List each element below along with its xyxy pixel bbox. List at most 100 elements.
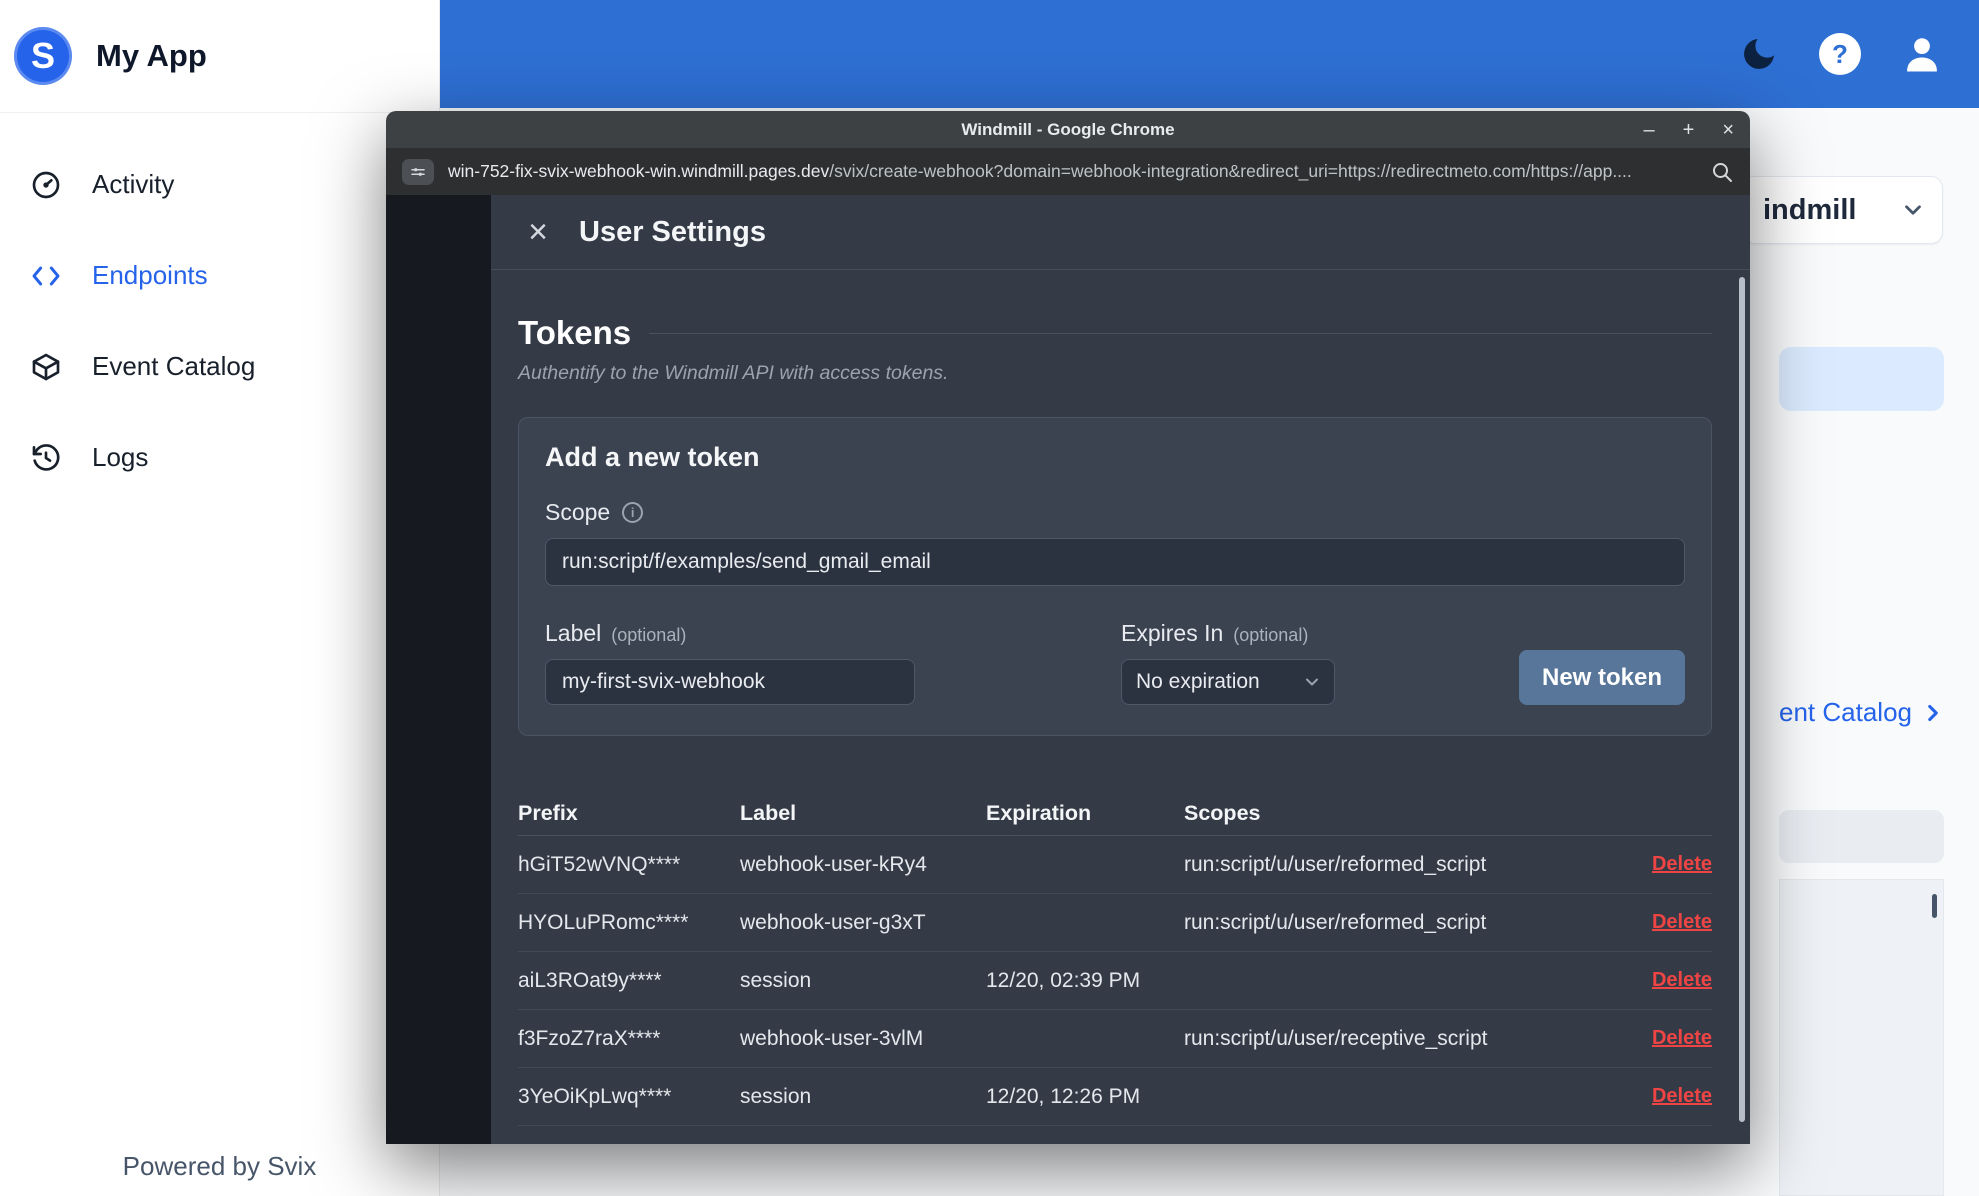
token-scopes: run:script/u/user/receptive_script xyxy=(1184,1010,1620,1068)
panel-scrollbar[interactable] xyxy=(1932,894,1937,918)
modal-scrollbar[interactable] xyxy=(1739,277,1745,1122)
page-background-strip xyxy=(386,195,491,1144)
window-title: Windmill - Google Chrome xyxy=(961,119,1175,139)
token-expiration xyxy=(986,1010,1184,1068)
sidebar-item-label: Activity xyxy=(92,169,175,199)
chrome-window: Windmill - Google Chrome – + × win-752-f… xyxy=(386,111,1750,1144)
code-brackets-icon xyxy=(30,260,62,292)
minimize-button[interactable]: – xyxy=(1644,120,1655,140)
token-prefix: hGiT52wVNQ**** xyxy=(518,836,740,894)
org-select-label: indmill xyxy=(1763,193,1857,226)
add-token-card: Add a new token Scope i Label (optional) xyxy=(518,417,1712,736)
tokens-subtitle: Authentify to the Windmill API with acce… xyxy=(518,362,949,384)
tokens-heading: Tokens xyxy=(518,314,632,351)
delete-token-link[interactable]: Delete xyxy=(1652,969,1712,992)
add-token-title: Add a new token xyxy=(545,442,760,472)
help-icon[interactable]: ? xyxy=(1819,33,1861,75)
token-prefix: 3YeOiKpLwq**** xyxy=(518,1068,740,1126)
browser-toolbar: win-752-fix-svix-webhook-win.windmill.pa… xyxy=(386,148,1750,195)
url-path: /svix/create-webhook?domain=webhook-inte… xyxy=(829,161,1632,181)
tokens-table: Prefix Label Expiration Scopes hGiT52wVN… xyxy=(518,792,1712,1126)
token-scopes xyxy=(1184,952,1620,1010)
close-modal-icon[interactable]: × xyxy=(517,213,559,252)
expires-optional-hint: (optional) xyxy=(1233,625,1309,645)
user-settings-modal: × User Settings Tokens Authentify to the… xyxy=(491,195,1750,1144)
expires-select[interactable]: No expiration xyxy=(1121,659,1335,705)
chevron-down-icon xyxy=(1302,672,1322,692)
app-title: My App xyxy=(96,38,207,73)
delete-token-link[interactable]: Delete xyxy=(1652,1027,1712,1050)
url-domain: win-752-fix-svix-webhook-win.windmill.pa… xyxy=(448,161,830,181)
maximize-button[interactable]: + xyxy=(1683,120,1695,140)
activity-gauge-icon xyxy=(30,169,62,201)
token-scopes: run:script/u/user/reformed_script xyxy=(1184,836,1620,894)
token-scopes xyxy=(1184,1068,1620,1126)
column-header-scopes: Scopes xyxy=(1184,792,1620,836)
column-header-prefix: Prefix xyxy=(518,792,740,836)
address-bar[interactable]: win-752-fix-svix-webhook-win.windmill.pa… xyxy=(448,161,1696,182)
column-header-label: Label xyxy=(740,792,986,836)
sidebar: S My App Activity Endpoints Event Catalo… xyxy=(0,0,440,1196)
window-titlebar[interactable]: Windmill - Google Chrome – + × xyxy=(386,111,1750,148)
sidebar-item-label: Logs xyxy=(92,442,149,472)
token-prefix: f3FzoZ7raX**** xyxy=(518,1010,740,1068)
delete-token-link[interactable]: Delete xyxy=(1652,853,1712,876)
svix-logo-icon: S xyxy=(14,27,72,85)
tokens-section: Tokens Authentify to the Windmill API wi… xyxy=(491,314,1750,1126)
token-label: session xyxy=(740,1068,986,1126)
delete-token-link[interactable]: Delete xyxy=(1652,911,1712,934)
sidebar-item-label: Endpoints xyxy=(92,260,208,290)
token-expiration xyxy=(986,836,1184,894)
token-label: webhook-user-g3xT xyxy=(740,894,986,952)
close-window-button[interactable]: × xyxy=(1722,120,1734,140)
background-panel xyxy=(1779,879,1944,1196)
column-header-expiration: Expiration xyxy=(986,792,1184,836)
label-optional-hint: (optional) xyxy=(611,625,687,645)
history-clock-icon xyxy=(30,442,62,474)
token-expiration: 12/20, 12:26 PM xyxy=(986,1068,1184,1126)
expires-field-label: Expires In xyxy=(1121,620,1224,646)
sidebar-item-activity[interactable]: Activity xyxy=(0,139,439,230)
token-expiration: 12/20, 02:39 PM xyxy=(986,952,1184,1010)
token-label: webhook-user-3vlM xyxy=(740,1010,986,1068)
token-expiration xyxy=(986,894,1184,952)
sidebar-item-logs[interactable]: Logs xyxy=(0,412,439,503)
chevron-right-icon xyxy=(1920,700,1946,726)
zoom-search-icon[interactable] xyxy=(1710,160,1734,184)
site-settings-icon[interactable] xyxy=(402,158,434,185)
token-label: webhook-user-kRy4 xyxy=(740,836,986,894)
info-icon[interactable]: i xyxy=(622,502,644,523)
modal-title: User Settings xyxy=(579,215,766,248)
org-select-windmill[interactable]: indmill xyxy=(1742,176,1943,244)
token-prefix: HYOLuPRomc**** xyxy=(518,894,740,952)
chevron-down-icon xyxy=(1900,197,1926,223)
event-catalog-link[interactable]: ent Catalog xyxy=(1779,697,1946,728)
token-scopes: run:script/u/user/reformed_script xyxy=(1184,894,1620,952)
app-topbar: ? xyxy=(440,0,1979,108)
event-catalog-link-label: ent Catalog xyxy=(1779,697,1912,727)
desktop: { "app": { "brand": "My App", "sidebar":… xyxy=(0,0,1979,1196)
column-header-actions xyxy=(1620,792,1712,836)
token-label: session xyxy=(740,952,986,1010)
dark-mode-moon-icon[interactable] xyxy=(1739,34,1779,74)
sidebar-item-event-catalog[interactable]: Event Catalog xyxy=(0,321,439,412)
token-prefix: aiL3ROat9y**** xyxy=(518,952,740,1010)
window-body: × User Settings Tokens Authentify to the… xyxy=(386,195,1750,1144)
modal-header: × User Settings xyxy=(491,195,1750,270)
new-token-button[interactable]: New token xyxy=(1519,650,1685,705)
sidebar-item-label: Event Catalog xyxy=(92,351,256,381)
delete-token-link[interactable]: Delete xyxy=(1652,1085,1712,1108)
scope-input[interactable] xyxy=(545,538,1685,586)
scope-label: Scope xyxy=(545,499,611,525)
background-row-box xyxy=(1779,810,1944,863)
token-label-input[interactable] xyxy=(545,659,915,705)
heading-divider xyxy=(649,332,1712,334)
expires-selected-value: No expiration xyxy=(1136,670,1260,693)
powered-by-svix: Powered by Svix xyxy=(122,1151,317,1181)
user-account-icon[interactable] xyxy=(1901,33,1943,75)
sidebar-item-endpoints[interactable]: Endpoints xyxy=(0,230,439,321)
package-box-icon xyxy=(30,351,62,383)
label-field-label: Label xyxy=(545,620,602,646)
app-logo-row: S My App xyxy=(0,0,439,113)
background-highlight-box xyxy=(1779,347,1944,411)
